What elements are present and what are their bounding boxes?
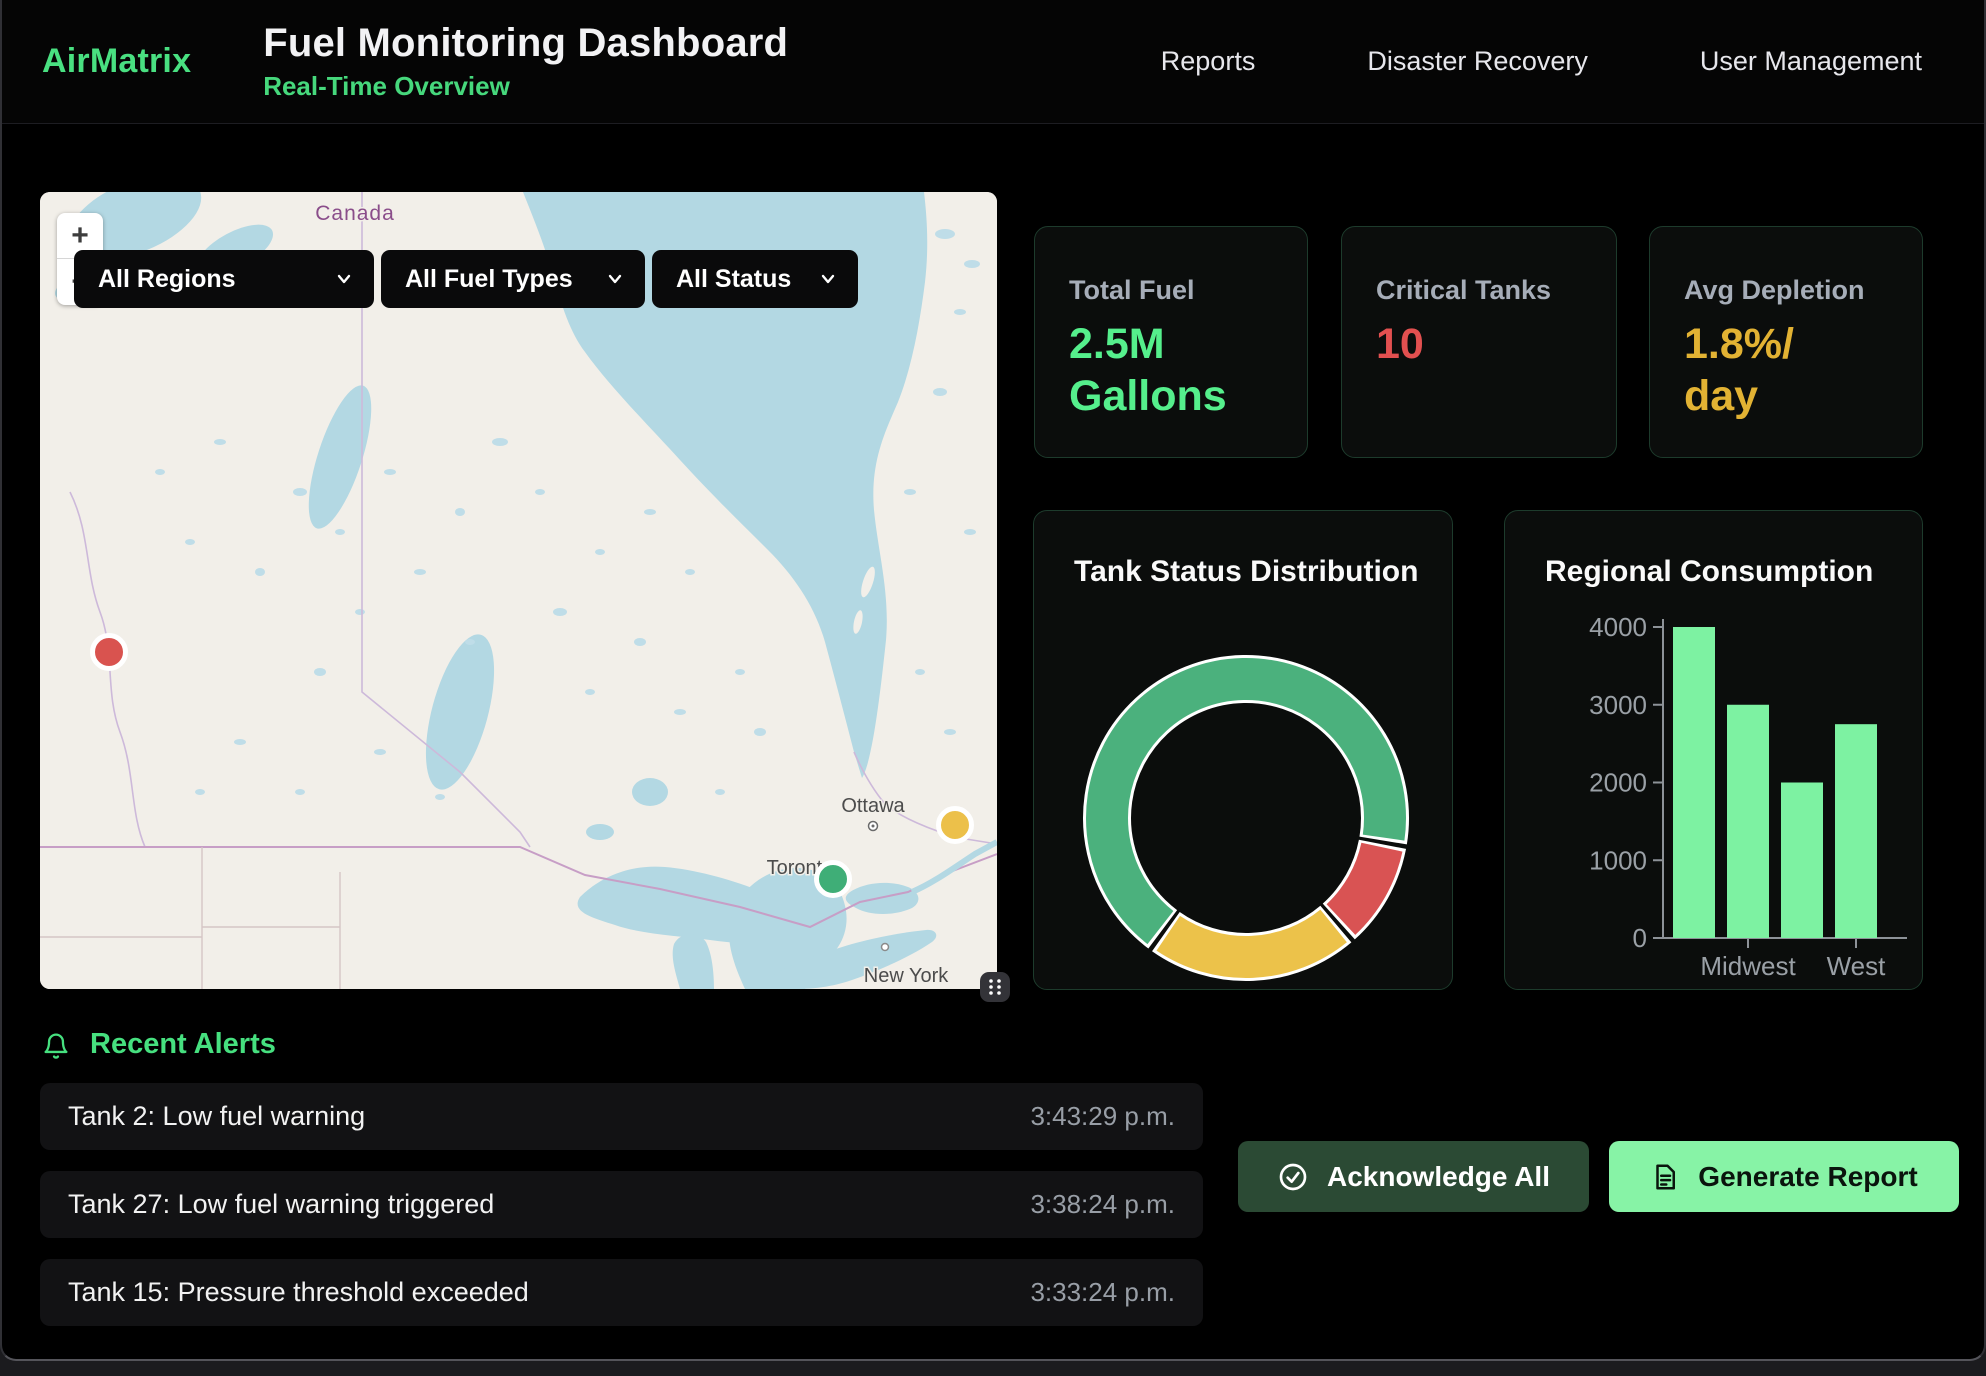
chevron-down-icon (818, 269, 838, 289)
alert-message: Tank 2: Low fuel warning (68, 1101, 365, 1132)
page-subtitle: Real-Time Overview (263, 71, 788, 102)
alert-message: Tank 15: Pressure threshold exceeded (68, 1277, 529, 1308)
map-lake (632, 778, 668, 806)
generate-report-button[interactable]: Generate Report (1609, 1141, 1959, 1212)
nav-disaster-recovery[interactable]: Disaster Recovery (1367, 46, 1588, 77)
stat-card-critical-tanks: Critical Tanks 10 (1341, 226, 1617, 458)
bar-1[interactable] (1673, 627, 1715, 938)
donut-slice-yellow[interactable] (1168, 926, 1333, 957)
map-label-new-york: New York (864, 965, 949, 987)
title-block: Fuel Monitoring Dashboard Real-Time Over… (263, 21, 788, 102)
bell-icon (42, 1030, 70, 1060)
map-resize-handle[interactable] (980, 972, 1010, 1002)
region-filter-dropdown[interactable]: All Regions (74, 250, 374, 308)
stat-card-avg-depletion: Avg Depletion 1.8%/ day (1649, 226, 1923, 458)
tank-status-card: Tank Status Distribution (1033, 510, 1453, 990)
acknowledge-all-label: Acknowledge All (1327, 1161, 1550, 1193)
alert-row[interactable]: Tank 2: Low fuel warning 3:43:29 p.m. (40, 1083, 1203, 1150)
alerts-header: Recent Alerts (42, 1028, 276, 1061)
alert-timestamp: 3:43:29 p.m. (1030, 1101, 1175, 1132)
main-nav: Reports Disaster Recovery User Managemen… (1161, 46, 1984, 77)
map-lake (586, 824, 614, 840)
x-tick-label: Midwest (1700, 951, 1796, 981)
y-tick-label: 1000 (1589, 845, 1647, 875)
page-title: Fuel Monitoring Dashboard (263, 21, 788, 66)
status-filter-dropdown[interactable]: All Status (652, 250, 858, 308)
map-marker-warning[interactable] (939, 809, 972, 842)
dashboard-panel: AirMatrix Fuel Monitoring Dashboard Real… (0, 0, 1986, 1361)
bar-2[interactable] (1727, 705, 1769, 938)
brand-logo[interactable]: AirMatrix (42, 42, 191, 81)
map-canvas[interactable]: Canada Ottawa Toronto New York (40, 192, 997, 989)
y-tick-label: 4000 (1589, 612, 1647, 642)
fuel-map[interactable]: Canada Ottawa Toronto New York + − All R… (40, 192, 997, 989)
generate-report-label: Generate Report (1698, 1161, 1917, 1193)
alert-message: Tank 27: Low fuel warning triggered (68, 1189, 494, 1220)
nav-reports[interactable]: Reports (1161, 46, 1256, 77)
chevron-down-icon (334, 269, 354, 289)
nav-user-management[interactable]: User Management (1700, 46, 1922, 77)
map-label-canada: Canada (315, 202, 395, 225)
alert-row[interactable]: Tank 15: Pressure threshold exceeded 3:3… (40, 1259, 1203, 1326)
acknowledge-all-button[interactable]: Acknowledge All (1238, 1141, 1589, 1212)
region-filter-value: All Regions (98, 265, 236, 294)
alert-timestamp: 3:38:24 p.m. (1030, 1189, 1175, 1220)
stat-label: Total Fuel (1069, 275, 1275, 306)
regional-consumption-bar-chart[interactable]: 0 1000 2000 3000 4000 Midwest West (1505, 511, 1924, 991)
bar-3[interactable] (1781, 783, 1823, 939)
stat-value: 1.8%/ day (1684, 318, 1869, 423)
map-label-ottawa: Ottawa (841, 795, 905, 817)
new-york-town-icon (882, 944, 889, 951)
stat-value: 2.5M Gallons (1069, 318, 1254, 423)
header: AirMatrix Fuel Monitoring Dashboard Real… (2, 0, 1984, 124)
regional-consumption-card: Regional Consumption 01000200030004000Mi… (1504, 510, 1923, 990)
y-tick-label: 2000 (1589, 768, 1647, 798)
stat-label: Critical Tanks (1376, 275, 1584, 306)
donut-chart-title: Tank Status Distribution (1074, 555, 1418, 589)
chevron-down-icon (605, 269, 625, 289)
y-tick-label: 3000 (1589, 690, 1647, 720)
alert-row[interactable]: Tank 27: Low fuel warning triggered 3:38… (40, 1171, 1203, 1238)
alerts-title: Recent Alerts (90, 1028, 276, 1061)
grip-dots-icon (987, 977, 1003, 997)
map-marker-normal[interactable] (817, 863, 850, 896)
stat-card-total-fuel: Total Fuel 2.5M Gallons (1034, 226, 1308, 458)
check-circle-icon (1277, 1161, 1309, 1193)
fuel-type-filter-value: All Fuel Types (405, 265, 573, 294)
alert-timestamp: 3:33:24 p.m. (1030, 1277, 1175, 1308)
bar-4[interactable] (1835, 724, 1877, 938)
tank-status-donut-chart[interactable] (1078, 650, 1414, 986)
ottawa-town-dot (872, 825, 875, 828)
stat-value: 10 (1376, 318, 1561, 370)
map-marker-critical[interactable] (93, 636, 126, 669)
fuel-type-filter-dropdown[interactable]: All Fuel Types (381, 250, 645, 308)
donut-slice-red[interactable] (1341, 847, 1382, 919)
x-tick-label: West (1827, 951, 1887, 981)
report-document-icon (1650, 1162, 1680, 1192)
status-filter-value: All Status (676, 265, 791, 294)
map-filter-bar: All Regions All Fuel Types All Status (74, 250, 858, 308)
y-tick-label: 0 (1633, 923, 1647, 953)
stat-label: Avg Depletion (1684, 275, 1890, 306)
